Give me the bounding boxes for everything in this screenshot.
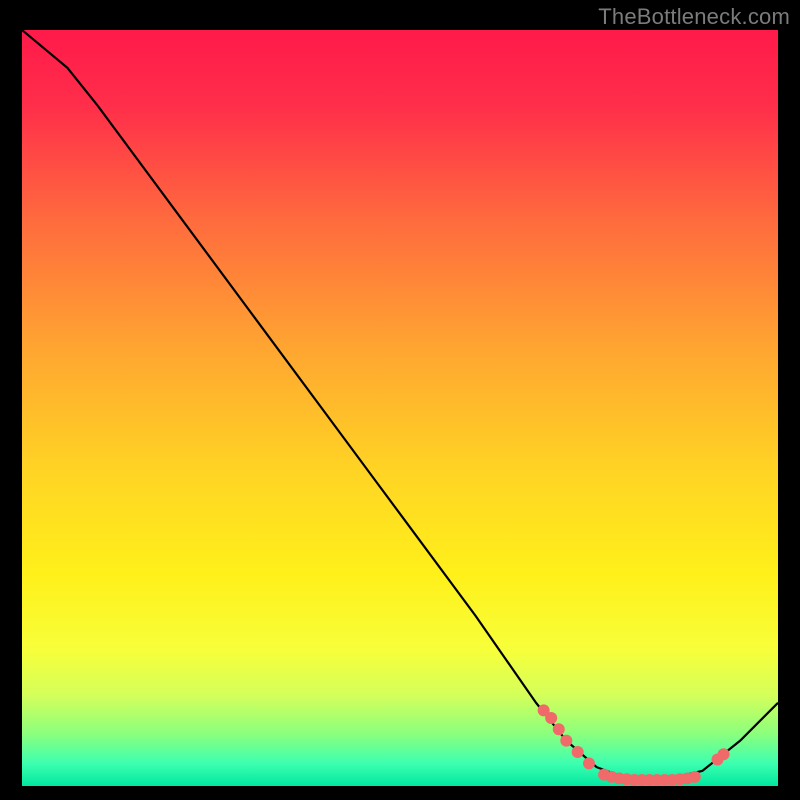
data-marker (583, 757, 595, 769)
watermark-text: TheBottleneck.com (598, 4, 790, 30)
data-marker (560, 735, 572, 747)
data-marker (689, 771, 701, 783)
data-marker (718, 748, 730, 760)
data-marker (553, 723, 565, 735)
data-marker (545, 712, 557, 724)
gradient-background (22, 30, 778, 786)
chart-frame: TheBottleneck.com (0, 0, 800, 800)
data-marker (572, 746, 584, 758)
chart-svg (22, 30, 778, 786)
plot-area (22, 30, 778, 786)
